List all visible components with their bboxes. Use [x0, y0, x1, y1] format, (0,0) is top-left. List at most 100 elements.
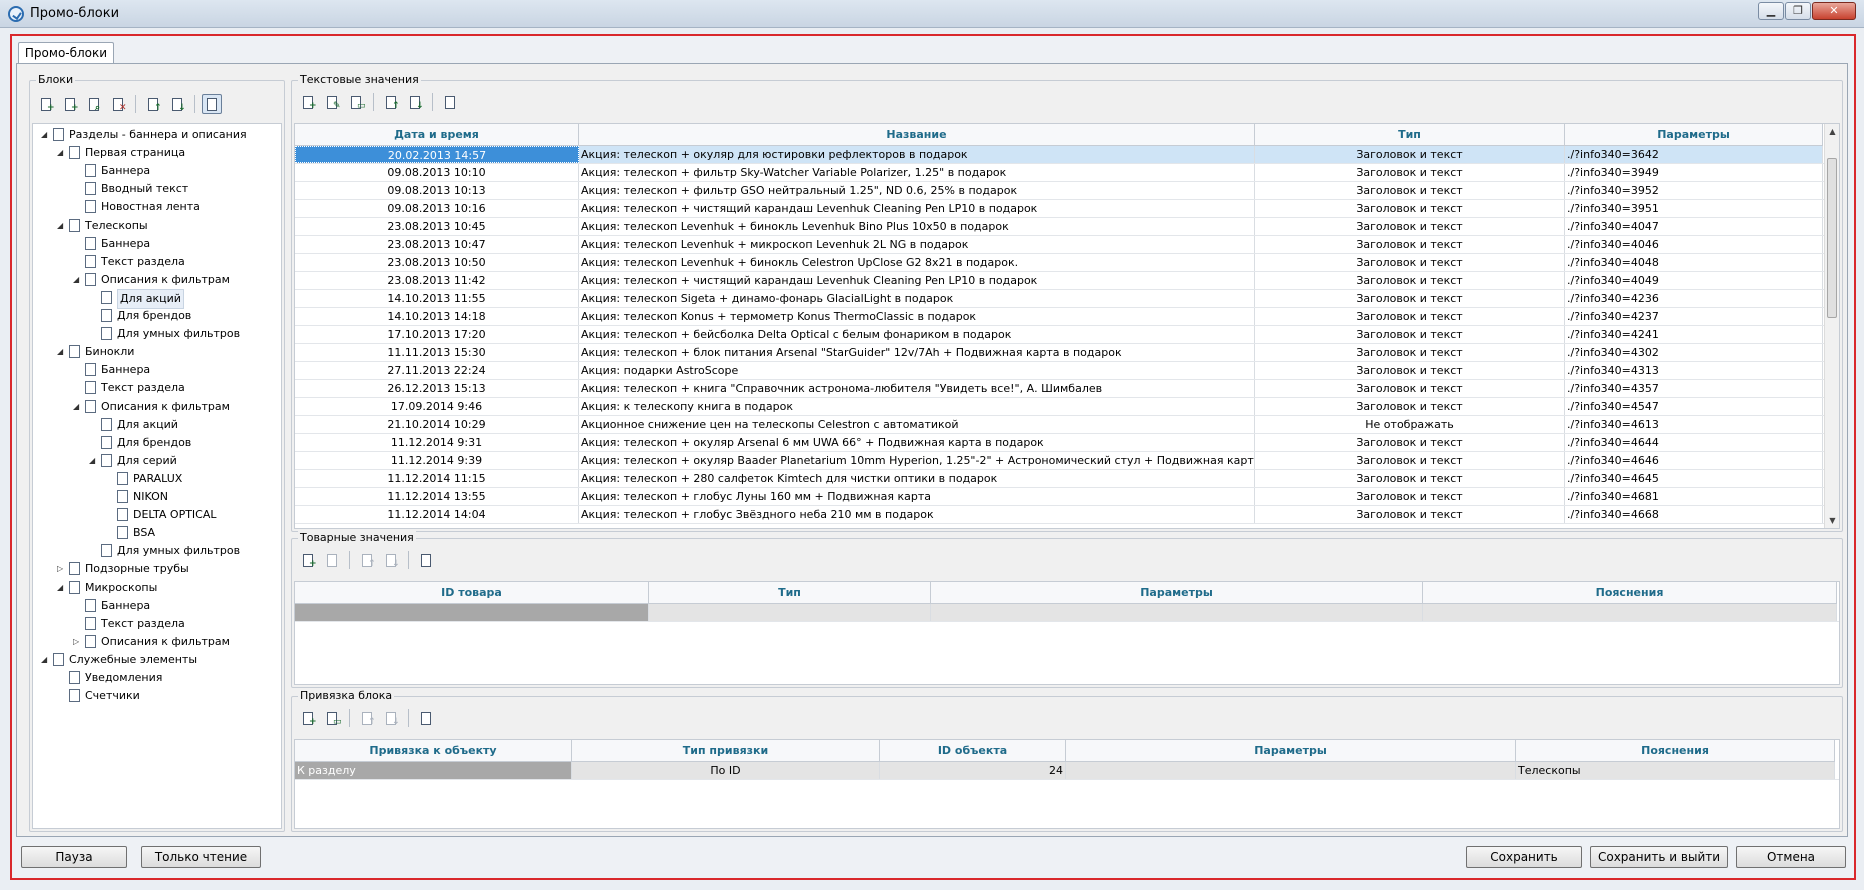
tree-item[interactable]: Счетчики — [33, 687, 281, 705]
tree-item[interactable]: Для умных фильтров — [33, 325, 281, 343]
column-header[interactable]: Привязка к объекту — [295, 740, 572, 762]
tree-item[interactable]: ◢ Для серий — [33, 452, 281, 470]
table-row[interactable]: 27.11.2013 22:24 Акция: подарки AstroScop… — [295, 362, 1839, 380]
tree-item[interactable]: Для акций — [33, 416, 281, 434]
add-child-block-button[interactable]: + — [60, 94, 80, 114]
table-row[interactable]: 23.08.2013 10:45 Акция: телескоп Levenhuk… — [295, 218, 1839, 236]
scroll-up-icon[interactable]: ▲ — [1825, 124, 1839, 139]
table-row[interactable]: 11.11.2013 15:30 Акция: телескоп + блок п… — [295, 344, 1839, 362]
tree-item[interactable]: ◢ Микроскопы — [33, 579, 281, 597]
scroll-thumb[interactable] — [1827, 158, 1837, 318]
tree-item[interactable]: Новостная лента — [33, 198, 281, 216]
maximize-button[interactable]: ❐ — [1785, 2, 1811, 20]
scroll-down-icon[interactable]: ▼ — [1825, 513, 1839, 528]
add-product-value-button[interactable]: + — [298, 550, 318, 570]
tree-item[interactable]: Текст раздела — [33, 379, 281, 397]
edit-text-value-button[interactable]: ✎ — [322, 92, 342, 112]
table-row[interactable]: 11.12.2014 13:55 Акция: телескоп + глобус… — [295, 488, 1839, 506]
tree-item[interactable]: NIKON — [33, 488, 281, 506]
table-row[interactable]: 11.12.2014 14:04 Акция: телескоп + глобус… — [295, 506, 1839, 524]
table-row[interactable]: 21.10.2014 10:29 Акционное снижение цен н… — [295, 416, 1839, 434]
text-properties-button[interactable] — [440, 92, 460, 112]
table-row[interactable]: 14.10.2013 14:18 Акция: телескоп Konus + … — [295, 308, 1839, 326]
column-header[interactable]: ID объекта — [880, 740, 1066, 762]
tree-item[interactable]: ▷ Описания к фильтрам — [33, 633, 281, 651]
tree-item[interactable]: Баннера — [33, 235, 281, 253]
table-row[interactable]: 26.12.2013 15:13 Акция: телескоп + книга … — [295, 380, 1839, 398]
collapse-icon[interactable]: ◢ — [73, 402, 82, 411]
tree-item[interactable]: PARALUX — [33, 470, 281, 488]
move-down-button[interactable]: ↓ — [167, 94, 187, 114]
tree-item[interactable]: Для умных фильтров — [33, 542, 281, 560]
collapse-icon[interactable]: ◢ — [57, 347, 66, 356]
collapse-icon[interactable]: ◢ — [41, 130, 50, 139]
close-button[interactable]: ✕ — [1812, 2, 1856, 20]
table-row[interactable]: 17.09.2014 9:46 Акция: к телескопу книга … — [295, 398, 1839, 416]
tree-item[interactable]: ◢ Телескопы — [33, 217, 281, 235]
vertical-scrollbar[interactable]: ▲ ▼ — [1824, 124, 1839, 528]
readonly-button[interactable]: Только чтение — [141, 846, 261, 868]
delete-block-button[interactable]: ✕ — [108, 94, 128, 114]
collapse-icon[interactable]: ◢ — [73, 275, 82, 284]
binding-move-up-button[interactable]: ↑ — [357, 708, 377, 728]
tree-item[interactable]: Для акций — [33, 288, 281, 309]
tree-item[interactable]: Для брендов — [33, 307, 281, 325]
save-and-exit-button[interactable]: Сохранить и выйти — [1590, 846, 1728, 868]
table-row[interactable]: К разделу По ID 24 Телескопы — [295, 762, 1839, 780]
table-row[interactable]: 09.08.2013 10:13 Акция: телескоп + фильтр… — [295, 182, 1839, 200]
view-toggle-button[interactable] — [202, 94, 222, 114]
tree-item[interactable]: ◢ Бинокли — [33, 343, 281, 361]
add-text-value-button[interactable]: + — [298, 92, 318, 112]
tree-item[interactable]: ◢ Описания к фильтрам — [33, 398, 281, 416]
tree-item[interactable]: BSA — [33, 524, 281, 542]
tree-item[interactable]: Текст раздела — [33, 615, 281, 633]
cancel-button[interactable]: Отмена — [1736, 846, 1846, 868]
binding-move-down-button[interactable]: ↓ — [381, 708, 401, 728]
column-header[interactable]: Параметры — [1066, 740, 1516, 762]
table-row[interactable]: 17.10.2013 17:20 Акция: телескоп + бейсбо… — [295, 326, 1839, 344]
collapse-icon[interactable]: ◢ — [89, 456, 98, 465]
table-row[interactable]: 14.10.2013 11:55 Акция: телескоп Sigeta +… — [295, 290, 1839, 308]
table-row[interactable]: 23.08.2013 10:50 Акция: телескоп Levenhuk… — [295, 254, 1839, 272]
column-header[interactable]: Пояснения — [1423, 582, 1837, 604]
add-block-button[interactable]: + — [36, 94, 56, 114]
save-button[interactable]: Сохранить — [1466, 846, 1582, 868]
column-header[interactable]: ID товара — [295, 582, 649, 604]
table-row[interactable]: 11.12.2014 9:31 Акция: телескоп + окуляр … — [295, 434, 1839, 452]
column-header[interactable]: Тип — [649, 582, 931, 604]
product-properties-button[interactable] — [416, 550, 436, 570]
edit-binding-button[interactable]: ▭ — [322, 708, 342, 728]
tree-item[interactable]: Уведомления — [33, 669, 281, 687]
tree-item[interactable]: Для брендов — [33, 434, 281, 452]
collapse-icon[interactable]: ◢ — [41, 655, 50, 664]
tree-item[interactable]: ◢ Служебные элементы — [33, 651, 281, 669]
binding-properties-button[interactable] — [416, 708, 436, 728]
column-header[interactable]: Название — [579, 124, 1255, 146]
product-move-up-button[interactable]: ↑ — [357, 550, 377, 570]
table-row[interactable]: 11.12.2014 9:39 Акция: телескоп + окуляр … — [295, 452, 1839, 470]
view-text-value-button[interactable]: ▭ — [346, 92, 366, 112]
column-header[interactable]: Тип привязки — [572, 740, 880, 762]
tab-promo-blocks[interactable]: Промо-блоки — [18, 42, 114, 64]
find-block-button[interactable]: ⌕ — [84, 94, 104, 114]
add-binding-button[interactable]: + — [298, 708, 318, 728]
table-row[interactable]: 23.08.2013 11:42 Акция: телескоп + чистящ… — [295, 272, 1839, 290]
tree-item[interactable]: DELTA OPTICAL — [33, 506, 281, 524]
column-header[interactable]: Дата и время — [295, 124, 579, 146]
table-row[interactable]: 23.08.2013 10:47 Акция: телескоп Levenhuk… — [295, 236, 1839, 254]
table-row[interactable]: 20.02.2013 14:57 Акция: телескоп + окуляр… — [295, 146, 1839, 164]
table-row[interactable] — [295, 604, 1839, 622]
tree-item[interactable]: ▷ Подзорные трубы — [33, 560, 281, 578]
collapse-icon[interactable]: ◢ — [57, 148, 66, 157]
collapse-icon[interactable]: ◢ — [57, 221, 66, 230]
tree-item[interactable]: ◢ Описания к фильтрам — [33, 271, 281, 289]
text-move-down-button[interactable]: ↓ — [405, 92, 425, 112]
tree-item[interactable]: Баннера — [33, 361, 281, 379]
collapse-icon[interactable]: ◢ — [57, 583, 66, 592]
edit-product-value-button[interactable] — [322, 550, 342, 570]
pause-button[interactable]: Пауза — [21, 846, 127, 868]
tree-item[interactable]: ◢ Первая страница — [33, 144, 281, 162]
column-header[interactable]: Параметры — [1565, 124, 1823, 146]
product-move-down-button[interactable]: ↓ — [381, 550, 401, 570]
text-move-up-button[interactable]: ↑ — [381, 92, 401, 112]
